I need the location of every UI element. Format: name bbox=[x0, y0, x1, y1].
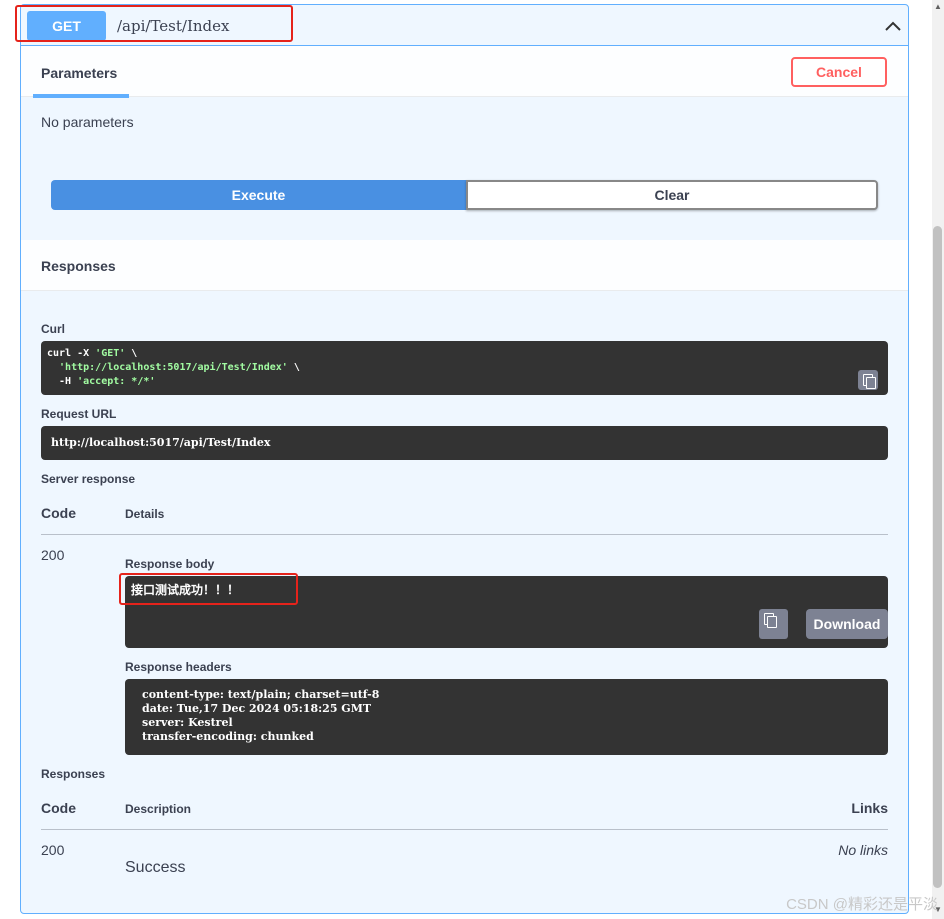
responses-label: Responses bbox=[41, 767, 106, 781]
response-headers-box[interactable]: content-type: text/plain; charset=utf-8 … bbox=[125, 679, 888, 755]
server-code-header: Code bbox=[41, 505, 76, 521]
annotation-box-get bbox=[15, 5, 293, 42]
response-header-line: date: Tue,17 Dec 2024 05:18:25 GMT bbox=[142, 702, 372, 715]
clear-button[interactable]: Clear bbox=[466, 180, 878, 210]
curl-line1-suffix: \ bbox=[125, 348, 138, 359]
chevron-up-icon[interactable] bbox=[883, 16, 903, 36]
response-header-line: server: Kestrel bbox=[142, 716, 233, 729]
annotation-box-body bbox=[119, 573, 298, 605]
curl-line2-str: 'http://localhost:5017/api/Test/Index' bbox=[47, 362, 288, 373]
server-details-header: Details bbox=[125, 507, 165, 521]
curl-label: Curl bbox=[41, 322, 65, 336]
copy-body-icon[interactable] bbox=[759, 609, 788, 639]
response-row-description: Success bbox=[125, 859, 186, 876]
curl-line3-str: 'accept: */*' bbox=[77, 376, 156, 387]
server-response-code: 200 bbox=[41, 547, 65, 563]
response-headers-label: Response headers bbox=[125, 660, 232, 674]
responses-description-header: Description bbox=[125, 802, 192, 816]
copy-curl-icon[interactable] bbox=[858, 370, 878, 390]
tab-underline bbox=[33, 94, 129, 98]
responses-header-rule bbox=[41, 829, 888, 830]
responses-code-header: Code bbox=[41, 800, 76, 816]
response-body-label: Response body bbox=[125, 557, 215, 571]
download-button[interactable]: Download bbox=[806, 609, 888, 639]
parameters-header: Parameters Cancel bbox=[21, 46, 908, 97]
request-url-label: Request URL bbox=[41, 407, 117, 421]
cancel-button[interactable]: Cancel bbox=[791, 57, 887, 87]
response-header-line: transfer-encoding: chunked bbox=[142, 730, 314, 743]
curl-line1-str: 'GET' bbox=[95, 348, 126, 359]
request-url-box[interactable]: http://localhost:5017/api/Test/Index bbox=[41, 426, 888, 460]
response-header-line: content-type: text/plain; charset=utf-8 bbox=[142, 688, 380, 701]
no-parameters-text: No parameters bbox=[41, 114, 134, 130]
scrollbar-thumb[interactable] bbox=[933, 226, 942, 888]
execute-button[interactable]: Execute bbox=[51, 180, 466, 210]
response-row-links: No links bbox=[838, 842, 888, 858]
server-header-rule bbox=[41, 534, 888, 535]
curl-code[interactable]: curl -X 'GET' \ 'http://localhost:5017/a… bbox=[41, 341, 888, 395]
response-row-code: 200 bbox=[41, 842, 65, 858]
operation-block: GET /api/Test/Index Parameters Cancel No… bbox=[20, 4, 909, 914]
watermark: CSDN @精彩还是平淡 bbox=[786, 896, 938, 913]
curl-line2-suffix: \ bbox=[287, 362, 300, 373]
curl-line1-prefix: curl -X bbox=[47, 348, 96, 359]
responses-header: Responses bbox=[21, 240, 908, 291]
request-url-value: http://localhost:5017/api/Test/Index bbox=[51, 436, 271, 449]
responses-links-header: Links bbox=[851, 800, 888, 816]
curl-line3-prefix: -H bbox=[47, 376, 78, 387]
server-response-label: Server response bbox=[41, 472, 136, 486]
tab-parameters[interactable]: Parameters bbox=[41, 65, 117, 81]
scroll-up-icon[interactable]: ▲ bbox=[934, 2, 942, 11]
responses-title: Responses bbox=[41, 258, 116, 274]
